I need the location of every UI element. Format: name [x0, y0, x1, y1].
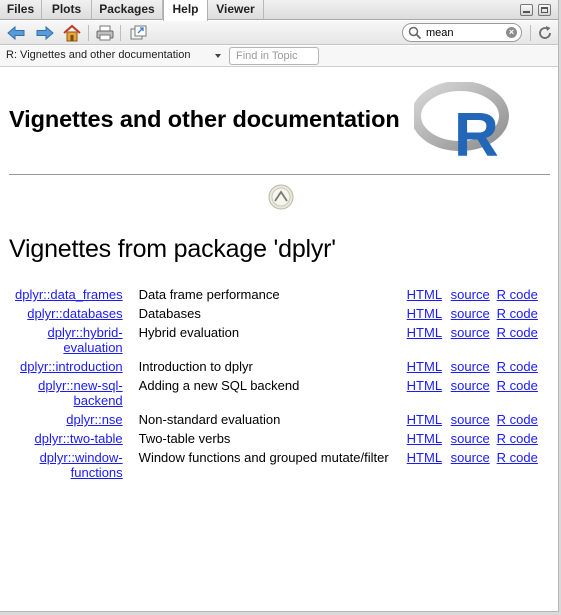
help-search-input[interactable] — [426, 25, 502, 40]
vignette-title: Introduction to dplyr — [138, 359, 253, 374]
r-code-link[interactable]: R code — [497, 450, 538, 465]
toolbar-separator — [120, 25, 121, 41]
html-link[interactable]: HTML — [407, 325, 442, 340]
source-link[interactable]: source — [451, 287, 490, 302]
table-row: dplyr::two-table Two-table verbs HTML so… — [15, 431, 538, 450]
clear-search-icon[interactable]: × — [506, 27, 517, 38]
tab-help[interactable]: Help — [163, 0, 208, 21]
vignette-name-link[interactable]: dplyr::two-table — [35, 431, 123, 446]
back-arrow-icon[interactable] — [6, 24, 26, 42]
toolbar-separator — [88, 25, 89, 41]
vignette-title: Non-standard evaluation — [138, 412, 281, 427]
forward-arrow-icon[interactable] — [35, 24, 55, 42]
vignette-name-link[interactable]: dplyr::introduction — [20, 359, 123, 374]
vignette-name-link[interactable]: dplyr::nse — [66, 412, 122, 427]
help-pane: Files Plots Packages Help Viewer × — [0, 0, 559, 612]
vignette-name-link[interactable]: dplyr::databases — [27, 306, 122, 321]
pane-tab-bar: Files Plots Packages Help Viewer — [0, 0, 558, 21]
table-row: dplyr::nse Non-standard evaluation HTML … — [15, 412, 538, 431]
table-row: dplyr::hybrid-evaluation Hybrid evaluati… — [15, 325, 538, 359]
vignette-title: Window functions and grouped mutate/filt… — [138, 450, 389, 465]
r-code-link[interactable]: R code — [497, 431, 538, 446]
help-topic-bar: R: Vignettes and other documentation — [0, 46, 558, 67]
page-title: Vignettes and other documentation — [9, 106, 400, 132]
find-in-topic-input[interactable] — [229, 47, 319, 65]
up-index-icon[interactable] — [268, 184, 294, 210]
tab-viewer[interactable]: Viewer — [208, 0, 264, 20]
help-toolbar: × — [0, 21, 558, 45]
r-code-link[interactable]: R code — [497, 325, 538, 340]
vignette-title: Hybrid evaluation — [138, 325, 240, 340]
print-icon[interactable] — [95, 24, 115, 42]
vignettes-table: dplyr::data_frames Data frame performanc… — [15, 287, 538, 484]
table-row: dplyr::databases Databases HTML source R… — [15, 306, 538, 325]
chevron-down-icon[interactable] — [215, 54, 221, 58]
divider — [9, 174, 550, 175]
maximize-pane-icon[interactable] — [538, 4, 551, 16]
source-link[interactable]: source — [451, 412, 490, 427]
refresh-icon[interactable] — [536, 24, 554, 42]
search-icon — [408, 26, 422, 40]
tab-plots[interactable]: Plots — [42, 0, 92, 20]
source-link[interactable]: source — [451, 359, 490, 374]
html-link[interactable]: HTML — [407, 412, 442, 427]
vignette-title: Data frame performance — [138, 287, 280, 302]
html-link[interactable]: HTML — [407, 287, 442, 302]
minimize-pane-icon[interactable] — [520, 4, 533, 16]
vignette-name-link[interactable]: dplyr::hybrid-evaluation — [48, 325, 123, 355]
r-logo: R — [414, 82, 509, 160]
r-code-link[interactable]: R code — [497, 359, 538, 374]
table-row: dplyr::data_frames Data frame performanc… — [15, 287, 538, 306]
r-logo-letter: R — [454, 101, 499, 160]
open-in-new-window-icon[interactable] — [128, 24, 148, 42]
source-link[interactable]: source — [451, 431, 490, 446]
r-code-link[interactable]: R code — [497, 378, 538, 393]
html-link[interactable]: HTML — [407, 359, 442, 374]
tab-packages[interactable]: Packages — [92, 0, 163, 20]
vignette-name-link[interactable]: dplyr::window-functions — [40, 450, 123, 480]
help-search-box: × — [402, 23, 522, 42]
source-link[interactable]: source — [451, 378, 490, 393]
tab-files[interactable]: Files — [0, 0, 42, 20]
source-link[interactable]: source — [451, 306, 490, 321]
r-code-link[interactable]: R code — [497, 306, 538, 321]
table-row: dplyr::new-sql-backend Adding a new SQL … — [15, 378, 538, 412]
table-row: dplyr::window-functions Window functions… — [15, 450, 538, 484]
r-code-link[interactable]: R code — [497, 287, 538, 302]
home-icon[interactable] — [62, 24, 82, 42]
table-row: dplyr::introduction Introduction to dply… — [15, 359, 538, 378]
vignette-name-link[interactable]: dplyr::new-sql-backend — [38, 378, 123, 408]
source-link[interactable]: source — [451, 450, 490, 465]
html-link[interactable]: HTML — [407, 306, 442, 321]
toolbar-separator — [530, 25, 531, 41]
html-link[interactable]: HTML — [407, 450, 442, 465]
vignette-name-link[interactable]: dplyr::data_frames — [15, 287, 123, 302]
help-content: Vignettes and other documentation R Vign… — [0, 68, 558, 611]
source-link[interactable]: source — [451, 325, 490, 340]
vignette-title: Adding a new SQL backend — [138, 378, 300, 393]
section-heading: Vignettes from package 'dplyr' — [9, 235, 336, 263]
vignette-title: Two-table verbs — [138, 431, 231, 446]
html-link[interactable]: HTML — [407, 378, 442, 393]
topic-dropdown[interactable]: R: Vignettes and other documentation — [6, 49, 190, 61]
html-link[interactable]: HTML — [407, 431, 442, 446]
vignette-title: Databases — [138, 306, 201, 321]
r-code-link[interactable]: R code — [497, 412, 538, 427]
